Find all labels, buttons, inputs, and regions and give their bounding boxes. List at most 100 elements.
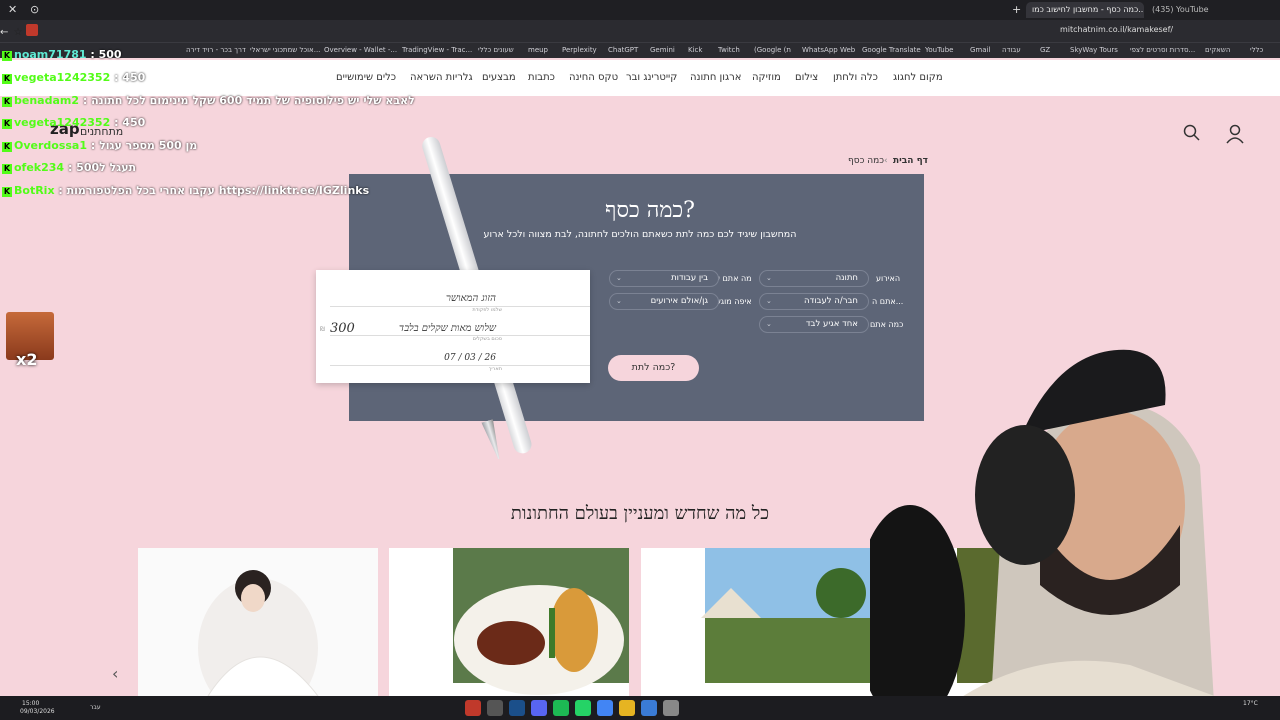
steam-icon[interactable] — [509, 700, 525, 716]
tab-kamakesef[interactable]: כמה כסף - מחשבון לחישוב כמו... — [1026, 2, 1144, 18]
bookmark[interactable]: Overview - Wallet -... — [324, 46, 397, 54]
nav-item[interactable]: קייטרינג ובר — [626, 72, 677, 83]
chat-text: : 500 — [90, 48, 122, 61]
chat-message: K BotRix : עקבו אחרי בכל הפלטפורמות https… — [2, 184, 369, 197]
chat-text: : 450 — [114, 71, 146, 84]
select-value: אחד אגיע לבד — [805, 319, 858, 329]
site-nav: מקום לחגוג כלה ולחתן צילום מוזיקה ארגון … — [0, 60, 1280, 96]
bookmark[interactable]: (Google (ת — [754, 46, 791, 54]
menu-icon[interactable]: ⊙ — [30, 3, 39, 16]
article-card[interactable] — [641, 548, 881, 696]
calculator-title: כמה כסף? — [605, 198, 695, 223]
bookmark[interactable]: GZ — [1040, 46, 1050, 54]
bookmark[interactable]: כללי — [1250, 46, 1263, 54]
bookmark[interactable]: YouTube — [925, 46, 953, 54]
app-icon[interactable] — [641, 700, 657, 716]
check-payee: הזוג המאושר — [445, 293, 496, 304]
event-select[interactable]: ⌄ חתונה — [759, 270, 869, 287]
bookmark[interactable]: SkyWay Tours — [1070, 46, 1118, 54]
bookmark[interactable]: אוכל שמתכוני ישראלי... — [250, 46, 320, 54]
kick-icon: K — [2, 97, 12, 107]
nav-item[interactable]: מוזיקה — [752, 72, 781, 83]
check-currency: ₪ — [320, 326, 325, 333]
nav-item[interactable]: מבצעים — [482, 72, 516, 83]
chat-text: : מן 500 מספר עגול — [90, 139, 198, 152]
chat-message: Kvegeta1242352 : 450 — [2, 116, 145, 129]
bookmark[interactable]: Google Translate — [862, 46, 921, 54]
occupation-select[interactable]: ⌄ בין עבודות — [609, 270, 719, 287]
relation-select[interactable]: ⌄ חבר/ה לעבודה — [759, 293, 869, 310]
bookmark[interactable]: Twitch — [718, 46, 740, 54]
bookmark[interactable]: דרך בכר - רויד דירה — [186, 46, 246, 54]
bookmark[interactable]: עבודה — [1002, 46, 1021, 54]
check-line — [330, 306, 590, 307]
nav-item[interactable]: גלריות השראה — [410, 72, 473, 83]
app-icon[interactable] — [663, 700, 679, 716]
back-icon[interactable]: ← — [0, 27, 8, 38]
folder-icon[interactable] — [619, 700, 635, 716]
chat-message: Kofek234 : תעגל ל500 — [2, 161, 136, 174]
kick-icon: K — [2, 142, 12, 152]
app-icon[interactable] — [465, 700, 481, 716]
chat-text: : לאבא שלי יש פילוסופיה של תמיד 600 שקל … — [82, 94, 415, 107]
select-value: חבר/ה לעבודה — [804, 296, 858, 306]
nav-item[interactable]: צילום — [795, 72, 818, 83]
count-select[interactable]: ⌄ אחד אגיע לבד — [759, 316, 869, 333]
bookmark[interactable]: Gmail — [970, 46, 990, 54]
bookmark[interactable]: TradingView - Trac... — [402, 46, 472, 54]
new-tab-icon[interactable]: + — [1012, 3, 1021, 16]
nav-item[interactable]: כלה ולחתן — [833, 72, 878, 83]
extension-icon[interactable] — [26, 24, 38, 36]
spotify-icon[interactable] — [553, 700, 569, 716]
article-card[interactable] — [138, 548, 378, 696]
address-bar: ← ☆ mitchatnim.co.il/kamakesef/ ↻ — [0, 20, 1280, 42]
whatsapp-icon[interactable] — [575, 700, 591, 716]
url-field[interactable]: mitchatnim.co.il/kamakesef/ — [1060, 25, 1173, 34]
nav-item[interactable]: מקום לחגוג — [893, 72, 943, 83]
bookmark[interactable]: WhatsApp Web — [802, 46, 855, 54]
check-amount: 300 — [330, 321, 355, 336]
kick-icon: K — [2, 51, 12, 61]
calculate-button[interactable]: כמה לתת? — [608, 355, 699, 381]
calculator-subtitle: המחשבון שיגיד לכם כמה לתת כשאתם הולכים ל… — [483, 229, 797, 240]
chevron-down-icon: ⌄ — [766, 274, 772, 282]
field-label-relation: אתם ה... — [872, 297, 904, 306]
bookmark[interactable]: Perplexity — [562, 46, 597, 54]
discord-icon[interactable] — [531, 700, 547, 716]
taskbar-temp: 17°C — [1243, 700, 1258, 707]
tab-youtube[interactable]: (435) YouTube — [1146, 2, 1256, 18]
nav-item[interactable]: ארגון חתונה — [690, 72, 741, 83]
chrome-icon[interactable] — [597, 700, 613, 716]
bookmark[interactable]: סדרות וסרטים לצפי... — [1130, 46, 1195, 54]
nav-item[interactable]: כתבות — [528, 72, 555, 83]
chat-user: vegeta1242352 — [14, 116, 111, 129]
close-window-icon[interactable]: ✕ — [8, 3, 17, 16]
bookmark[interactable]: ChatGPT — [608, 46, 638, 54]
pen-tip-illustration — [481, 419, 504, 461]
check-amount-words: שלוש מאות שקלים בלבד — [399, 323, 496, 334]
bookmark[interactable]: Gemini — [650, 46, 675, 54]
bookmark[interactable]: שעונים כללי — [478, 46, 514, 54]
app-icon[interactable] — [487, 700, 503, 716]
breadcrumb-home[interactable]: דף הבית — [893, 156, 928, 166]
kick-icon: K — [2, 74, 12, 84]
bookmark[interactable]: Kick — [688, 46, 702, 54]
bookmark[interactable]: השאקים — [1205, 46, 1230, 54]
taskbar-lang[interactable]: עבר — [90, 704, 101, 711]
browser-tab-bar: ✕ ⊙ + כמה כסף - מחשבון לחישוב כמו... (43… — [0, 0, 1280, 20]
article-card[interactable] — [389, 548, 629, 696]
nav-item[interactable]: טקס החינה — [569, 72, 618, 83]
venue-select[interactable]: ⌄ גן/אולם אירועים — [609, 293, 719, 310]
check-amount-caption: סכום בשקלים — [472, 336, 502, 342]
nav-item[interactable]: כלים שימושיים — [336, 72, 396, 83]
chat-text: : 450 — [114, 116, 146, 129]
taskbar-time: 15:00 — [22, 700, 40, 707]
bookmark[interactable]: meup — [528, 46, 548, 54]
chat-message: Knoam71781 : 500 — [2, 48, 122, 61]
carousel-prev-icon[interactable]: ‹ — [112, 664, 118, 683]
star-icon[interactable]: ☆ — [13, 27, 22, 38]
kick-icon: K — [2, 164, 12, 174]
user-icon[interactable] — [1225, 124, 1245, 144]
chat-user: BotRix — [14, 184, 55, 197]
search-icon[interactable] — [1183, 124, 1201, 142]
